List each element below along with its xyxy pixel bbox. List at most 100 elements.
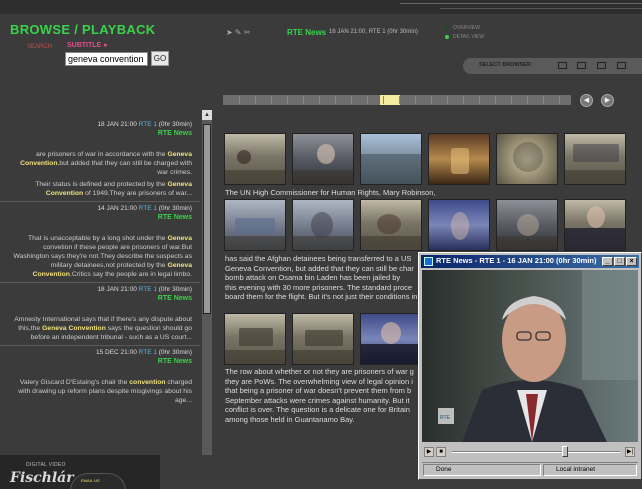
media-player-window[interactable]: RTE News - RTE 1 - 16 JAN 21:00 (0hr 30m…: [418, 252, 642, 480]
subtitle-label-text: SUBTITLE: [67, 42, 102, 49]
result-snippet[interactable]: That is unacceptable by a long shot unde…: [10, 234, 192, 279]
previous-page-button[interactable]: ◀: [580, 94, 593, 107]
result-channel[interactable]: RTE 1: [139, 286, 157, 293]
timeline-segment[interactable]: [287, 96, 288, 104]
maximize-icon[interactable]: □: [614, 257, 625, 266]
result-channel[interactable]: RTE 1: [139, 121, 157, 128]
timeline-segment[interactable]: [495, 96, 496, 104]
result-meta: 18 JAN 21:00 RTE 1 (0hr 30min): [10, 285, 192, 294]
timeline-segment[interactable]: [255, 96, 256, 104]
result-programme[interactable]: RTE News: [10, 357, 192, 366]
keyframe-thumbnail[interactable]: [224, 133, 286, 185]
timeline-segment[interactable]: [335, 96, 336, 104]
timeline-segment[interactable]: [511, 96, 512, 104]
result-snippet[interactable]: Valery Giscard D'Estaing's chair the con…: [10, 378, 192, 405]
list-view-icon[interactable]: [577, 62, 586, 69]
result-snippet[interactable]: are prisoners of war in accordance with …: [10, 150, 192, 177]
timeline-segment[interactable]: [351, 96, 352, 104]
timeline-segment[interactable]: [383, 96, 384, 104]
dense-grid-view-icon[interactable]: [617, 62, 626, 69]
timeline-segment[interactable]: [367, 96, 368, 104]
go-button[interactable]: GO: [151, 51, 169, 66]
timeline-segment[interactable]: [431, 96, 432, 104]
top-divider: [400, 3, 642, 4]
keyframe-thumbnail[interactable]: [292, 199, 354, 251]
stop-icon[interactable]: ■: [436, 447, 446, 457]
timeline-segment[interactable]: [463, 96, 464, 104]
keyframe-thumbnail[interactable]: [292, 313, 354, 365]
snippet-text: .Critics say the people are in legal lim…: [69, 271, 192, 278]
keyframe-thumbnail[interactable]: [564, 133, 626, 185]
pointer-tools-icon[interactable]: ➤ ✎ ✂: [226, 28, 262, 38]
result-item[interactable]: 18 JAN 21:00 RTE 1 (0hr 30min) RTE News …: [0, 120, 200, 198]
skip-end-icon[interactable]: ▶|: [625, 447, 635, 457]
timeline-segment[interactable]: [543, 96, 544, 104]
keyframe-thumbnail[interactable]: [224, 199, 286, 251]
led-icon: [445, 25, 449, 30]
single-view-icon[interactable]: [558, 62, 567, 69]
timeline-segment[interactable]: [479, 96, 480, 104]
play-icon[interactable]: ▶: [424, 447, 434, 457]
keyframe-thumbnail[interactable]: [428, 133, 490, 185]
result-duration: (0hr 30min): [158, 121, 192, 128]
result-date: 18 JAN 21:00: [97, 121, 137, 128]
timeline-segment[interactable]: [271, 96, 272, 104]
timeline-segment[interactable]: [415, 96, 416, 104]
timeline-segment[interactable]: [447, 96, 448, 104]
keyframe-thumbnail[interactable]: [496, 133, 558, 185]
required-dot-icon: ●: [103, 42, 108, 49]
timeline-segment[interactable]: [527, 96, 528, 104]
result-programme[interactable]: RTE News: [10, 213, 192, 222]
top-strip: [0, 0, 642, 14]
timeline-bar[interactable]: [223, 95, 571, 105]
keyframe-thumbnail[interactable]: [496, 199, 558, 251]
snippet-match: Geneva: [167, 235, 192, 242]
view-detail-option[interactable]: DETAIL VIEW: [445, 34, 484, 40]
result-item[interactable]: 14 JAN 21:00 RTE 1 (0hr 30min) RTE News …: [0, 204, 200, 279]
timeline-segment[interactable]: [559, 96, 560, 104]
result-programme[interactable]: RTE News: [10, 129, 192, 138]
scroll-up-icon[interactable]: ▲: [202, 110, 212, 120]
video-frame[interactable]: RTE: [422, 270, 638, 442]
result-meta: 14 JAN 21:00 RTE 1 (0hr 30min): [10, 204, 192, 213]
timeline-segment[interactable]: [303, 96, 304, 104]
search-input[interactable]: [65, 52, 148, 66]
keyframe-thumbnail[interactable]: [428, 199, 490, 251]
caption-line: this evening with 30 more prisoners. The…: [225, 282, 413, 292]
seek-bar[interactable]: [452, 451, 620, 453]
result-snippet[interactable]: Their status is defined and protected by…: [10, 180, 192, 198]
scroll-thumb[interactable]: [203, 124, 211, 314]
snippet-text: of 1949.They are prisoners of war...: [83, 190, 192, 197]
keyframe-thumbnail[interactable]: [360, 133, 422, 185]
timeline-segment[interactable]: [319, 96, 320, 104]
result-programme[interactable]: RTE News: [10, 294, 192, 303]
email-badge[interactable]: EMAIL US: [70, 473, 126, 489]
player-titlebar[interactable]: RTE News - RTE 1 - 16 JAN 21:00 (0hr 30m…: [421, 255, 639, 268]
result-date: 18 JAN 21:00: [97, 286, 137, 293]
keyframe-thumbnail[interactable]: [292, 133, 354, 185]
result-channel[interactable]: RTE 1: [139, 349, 157, 356]
news-presenter-image: RTE: [422, 270, 638, 442]
result-divider: [0, 345, 200, 346]
result-item[interactable]: 15 DEC 21:00 RTE 1 (0hr 30min) RTE News …: [0, 348, 200, 405]
view-overview-option[interactable]: OVERVIEW: [445, 25, 480, 31]
minimize-icon[interactable]: _: [602, 257, 613, 266]
timeline-segment[interactable]: [399, 96, 400, 104]
result-scrollbar[interactable]: ▲: [202, 110, 212, 455]
result-channel[interactable]: RTE 1: [139, 205, 157, 212]
close-icon[interactable]: ×: [626, 257, 637, 266]
timeline-segment[interactable]: [239, 96, 240, 104]
keyframe-thumbnail[interactable]: [564, 199, 626, 251]
keyframe-thumbnail[interactable]: [224, 313, 286, 365]
result-item[interactable]: 18 JAN 21:00 RTE 1 (0hr 30min) RTE News …: [0, 285, 200, 342]
result-snippet[interactable]: Amnesty International says that if there…: [10, 315, 192, 342]
next-page-button[interactable]: ▶: [601, 94, 614, 107]
result-date: 15 DEC 21:00: [95, 349, 137, 356]
caption-line: bomb attack on Osama bin Laden has been …: [225, 273, 401, 282]
player-title: RTE News - RTE 1 - 16 JAN 21:00 (0hr 30m…: [436, 256, 598, 265]
grid-view-icon[interactable]: [597, 62, 606, 69]
keyframe-thumbnail[interactable]: [360, 199, 422, 251]
app-window: BROWSE / PLAYBACK SEARCH SUBTITLE ● GO 1…: [0, 0, 642, 489]
keyframe-thumbnail[interactable]: [360, 313, 422, 365]
seek-thumb[interactable]: [561, 446, 568, 457]
